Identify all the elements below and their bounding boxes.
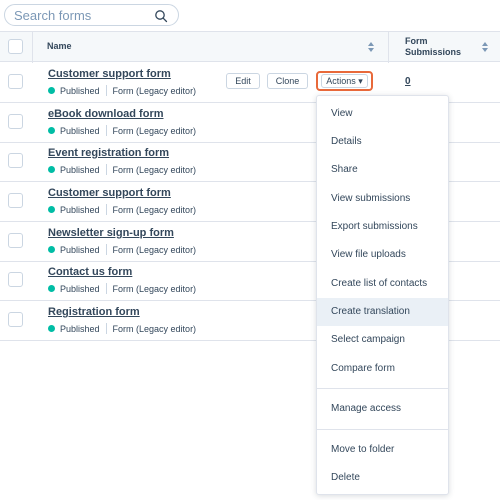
column-header-submissions-line1: Form xyxy=(405,36,428,46)
menu-item-view-submissions[interactable]: View submissions xyxy=(317,185,448,213)
form-title-link[interactable]: Customer support form xyxy=(48,68,171,80)
form-meta: Published Form (Legacy editor) xyxy=(48,323,196,334)
published-status-dot-icon xyxy=(48,206,55,213)
menu-item-view[interactable]: View xyxy=(317,100,448,128)
select-all-checkbox[interactable] xyxy=(8,39,23,54)
form-meta: Published Form (Legacy editor) xyxy=(48,85,196,96)
form-meta: Published Form (Legacy editor) xyxy=(48,204,196,215)
sort-icon[interactable] xyxy=(367,41,375,53)
status-label: Published xyxy=(60,164,100,175)
published-status-dot-icon xyxy=(48,166,55,173)
row-checkbox[interactable] xyxy=(8,74,23,89)
menu-item-move-to-folder[interactable]: Move to folder xyxy=(317,436,448,464)
column-header-submissions-line2: Submissions xyxy=(405,47,462,57)
menu-divider xyxy=(317,429,448,430)
meta-divider xyxy=(105,164,107,175)
search-input[interactable]: Search forms xyxy=(4,4,179,26)
form-title-link[interactable]: Contact us form xyxy=(48,266,132,278)
status-label: Published xyxy=(60,323,100,334)
menu-item-select-campaign[interactable]: Select campaign xyxy=(317,326,448,354)
search-icon[interactable] xyxy=(154,9,168,23)
published-status-dot-icon xyxy=(48,325,55,332)
menu-item-export-submissions[interactable]: Export submissions xyxy=(317,213,448,241)
row-checkbox[interactable] xyxy=(8,312,23,327)
actions-dropdown-menu: View Details Share View submissions Expo… xyxy=(316,95,449,495)
form-title-link[interactable]: eBook download form xyxy=(48,108,164,120)
header-divider xyxy=(32,32,33,63)
menu-item-details[interactable]: Details xyxy=(317,128,448,156)
search-placeholder: Search forms xyxy=(14,8,92,23)
status-label: Published xyxy=(60,204,100,215)
form-type-label: Form (Legacy editor) xyxy=(112,323,197,334)
status-label: Published xyxy=(60,125,100,136)
form-type-label: Form (Legacy editor) xyxy=(112,85,197,96)
submissions-count-link[interactable]: 0 xyxy=(405,76,411,87)
table-header: Name Form Submissions xyxy=(0,31,500,63)
menu-item-view-file-uploads[interactable]: View file uploads xyxy=(317,241,448,269)
meta-divider xyxy=(105,244,107,255)
column-header-submissions[interactable]: Form Submissions xyxy=(405,36,461,58)
meta-divider xyxy=(105,204,107,215)
menu-item-create-list-of-contacts[interactable]: Create list of contacts xyxy=(317,270,448,298)
edit-button[interactable]: Edit xyxy=(226,73,260,89)
form-meta: Published Form (Legacy editor) xyxy=(48,125,196,136)
meta-divider xyxy=(105,283,107,294)
row-checkbox[interactable] xyxy=(8,193,23,208)
form-title-link[interactable]: Customer support form xyxy=(48,187,171,199)
menu-item-compare-form[interactable]: Compare form xyxy=(317,355,448,383)
menu-divider xyxy=(317,388,448,389)
menu-item-create-translation[interactable]: Create translation xyxy=(317,298,448,326)
meta-divider xyxy=(105,323,107,334)
form-type-label: Form (Legacy editor) xyxy=(112,125,197,136)
published-status-dot-icon xyxy=(48,87,55,94)
row-checkbox[interactable] xyxy=(8,272,23,287)
form-type-label: Form (Legacy editor) xyxy=(112,283,197,294)
menu-item-delete[interactable]: Delete xyxy=(317,464,448,492)
menu-item-manage-access[interactable]: Manage access xyxy=(317,395,448,423)
status-label: Published xyxy=(60,283,100,294)
menu-item-share[interactable]: Share xyxy=(317,156,448,184)
status-label: Published xyxy=(60,244,100,255)
column-header-name[interactable]: Name xyxy=(47,41,72,51)
status-label: Published xyxy=(60,85,100,96)
meta-divider xyxy=(105,85,107,96)
row-checkbox[interactable] xyxy=(8,233,23,248)
published-status-dot-icon xyxy=(48,127,55,134)
header-divider xyxy=(388,32,389,63)
form-meta: Published Form (Legacy editor) xyxy=(48,164,196,175)
form-meta: Published Form (Legacy editor) xyxy=(48,283,196,294)
actions-dropdown-button[interactable]: Actions ▾ xyxy=(321,74,368,88)
form-title-link[interactable]: Newsletter sign-up form xyxy=(48,227,174,239)
published-status-dot-icon xyxy=(48,285,55,292)
actions-button-highlight[interactable]: Actions ▾ xyxy=(316,71,373,91)
form-title-link[interactable]: Registration form xyxy=(48,306,140,318)
form-title-link[interactable]: Event registration form xyxy=(48,147,169,159)
published-status-dot-icon xyxy=(48,246,55,253)
sort-icon[interactable] xyxy=(481,41,489,53)
row-checkbox[interactable] xyxy=(8,114,23,129)
form-meta: Published Form (Legacy editor) xyxy=(48,244,196,255)
clone-button[interactable]: Clone xyxy=(267,73,308,89)
form-type-label: Form (Legacy editor) xyxy=(112,164,197,175)
form-type-label: Form (Legacy editor) xyxy=(112,244,197,255)
meta-divider xyxy=(105,125,107,136)
row-checkbox[interactable] xyxy=(8,153,23,168)
form-type-label: Form (Legacy editor) xyxy=(112,204,197,215)
